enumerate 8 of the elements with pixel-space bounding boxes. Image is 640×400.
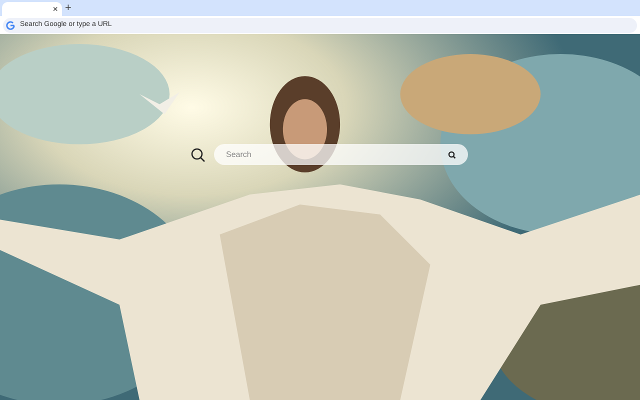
search-icon bbox=[190, 146, 206, 162]
search-icon[interactable] bbox=[448, 150, 456, 158]
browser-tab[interactable]: × bbox=[2, 2, 62, 16]
search-field[interactable]: Search bbox=[214, 144, 468, 165]
google-logo-icon bbox=[6, 20, 15, 30]
new-tab-button[interactable]: + bbox=[65, 3, 72, 14]
search-input[interactable]: Search bbox=[226, 148, 448, 160]
close-tab-button[interactable]: × bbox=[52, 4, 58, 14]
